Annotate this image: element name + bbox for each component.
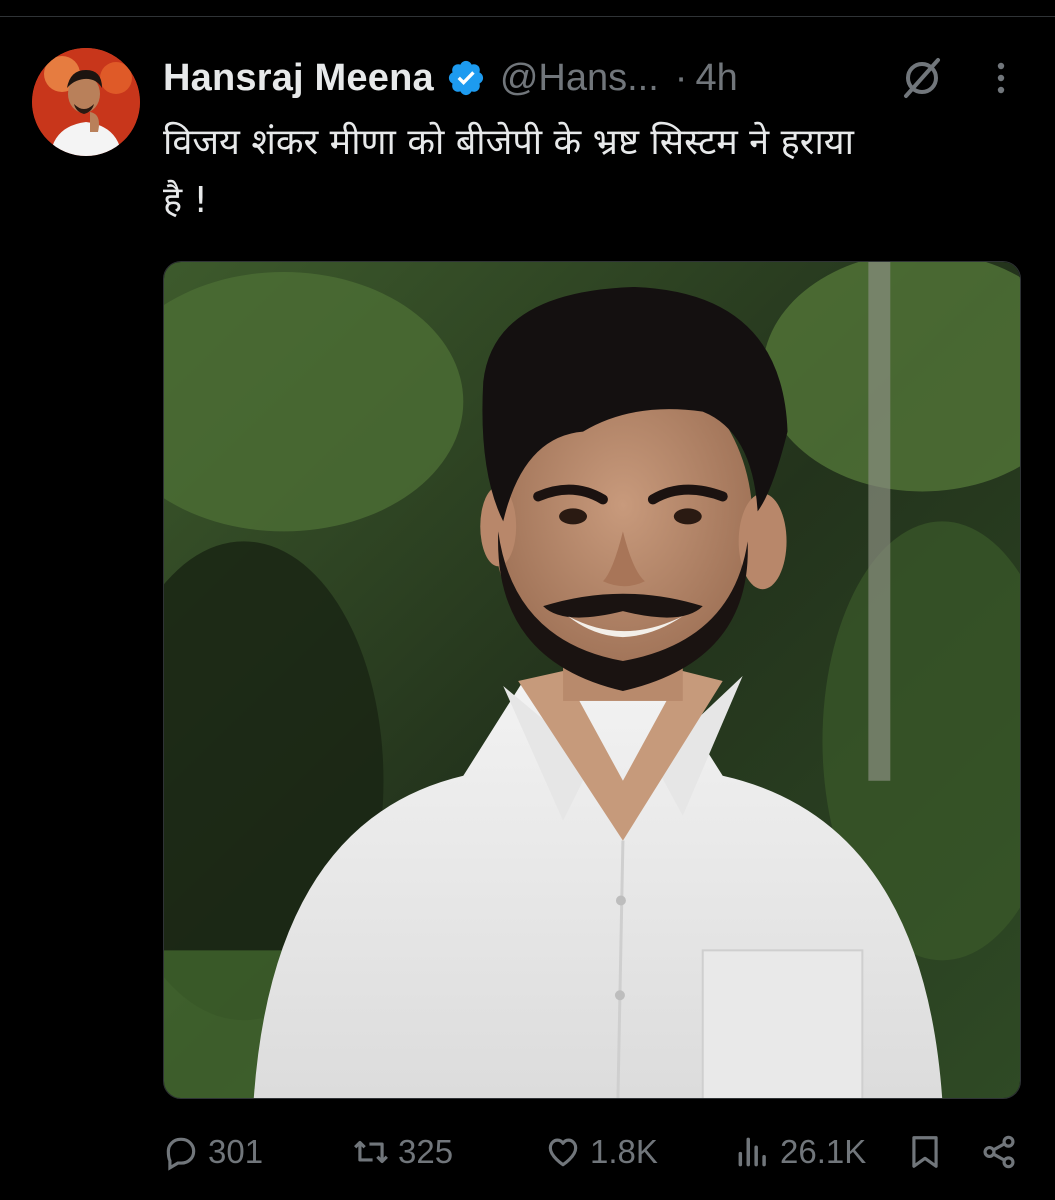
repost-button[interactable]: 325 [352,1124,453,1180]
author-handle[interactable]: @Hans... [500,57,659,100]
reply-icon [166,1137,196,1171]
repost-icon [354,1140,388,1164]
tweet-text: विजय शंकर मीणा को बीजेपी के भ्रष्ट सिस्ट… [163,114,1033,230]
more-vertical-icon[interactable] [986,60,1016,96]
grok-icon[interactable] [898,56,946,100]
heart-icon [548,1138,578,1167]
like-count: 1.8K [590,1133,658,1170]
bookmark-button[interactable] [906,1124,944,1180]
views-chart-icon [738,1137,766,1167]
reply-count: 301 [208,1133,264,1170]
tweet-text-line-1: विजय शंकर मीणा को बीजेपी के भ्रष्ट सिस्ट… [163,122,854,163]
tweet-actions: 301 325 1.8K 26.1K [160,1124,1030,1180]
top-divider [0,16,1055,17]
views-count: 26.1K [780,1133,867,1170]
tweet-photo[interactable] [163,261,1021,1099]
reply-button[interactable]: 301 [162,1124,263,1180]
avatar[interactable] [32,48,140,156]
views-button[interactable]: 26.1K [734,1124,866,1180]
author-name[interactable]: Hansraj Meena [163,57,434,100]
repost-count: 325 [398,1133,454,1170]
share-icon [983,1135,1015,1169]
separator-dot: · [674,56,688,99]
like-button[interactable]: 1.8K [544,1124,658,1180]
tweet-text-line-2: है ! [163,180,208,221]
verified-badge-icon [448,60,483,96]
share-button[interactable] [980,1124,1018,1180]
tweet-header: Hansraj Meena @Hans... · 4h [163,56,738,100]
bookmark-icon [912,1136,938,1168]
tweet-time[interactable]: 4h [695,57,737,100]
